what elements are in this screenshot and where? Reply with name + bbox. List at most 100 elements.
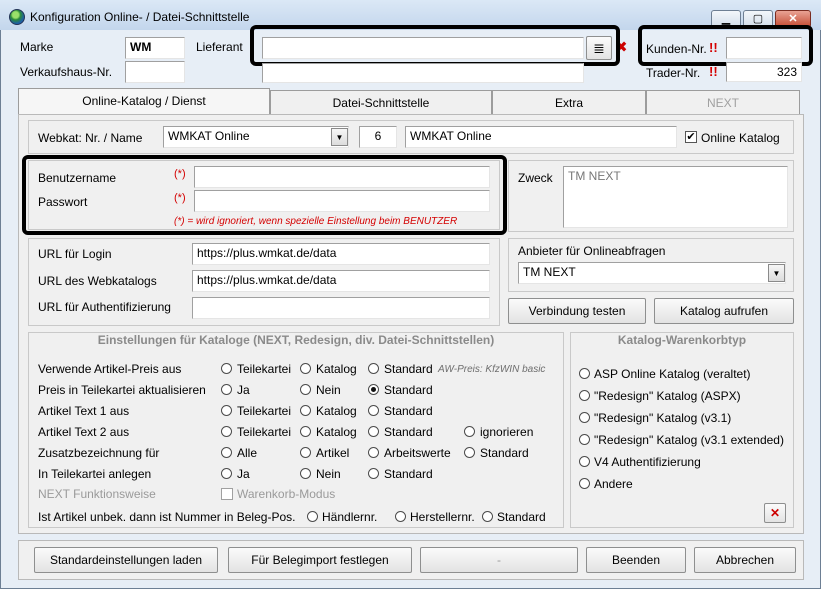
anbieter-select[interactable]: TM NEXT [518, 262, 786, 284]
webkat-nr-field[interactable]: 6 [359, 126, 397, 148]
webkat-select[interactable]: WMKAT Online [163, 126, 349, 148]
settings-radio[interactable] [368, 405, 379, 416]
verkaufshaus-label: Verkaufshaus-Nr. [20, 65, 113, 79]
verkaufshaus-input[interactable] [125, 61, 185, 83]
settings-radio[interactable] [464, 426, 475, 437]
warenkorb-radio[interactable] [579, 478, 590, 489]
settings-option-label: Katalog [316, 425, 357, 439]
chevron-down-icon[interactable]: ▼ [331, 128, 348, 146]
settings-option-label: Ja [237, 467, 250, 481]
marke-input[interactable]: WM [125, 37, 185, 59]
settings-radio[interactable] [464, 447, 475, 458]
settings-row-label: Preis in Teilekartei aktualisieren [38, 383, 206, 397]
settings-radio[interactable] [221, 384, 232, 395]
warenkorb-option-label: "Redesign" Katalog (v3.1) [594, 411, 732, 425]
trader-required-icon: !! [709, 64, 718, 79]
settings-option-label: Standard [384, 467, 433, 481]
warenkorb-option-label: V4 Authentifizierung [594, 455, 701, 469]
standardeinstellungen-button[interactable]: Standardeinstellungen laden [34, 547, 218, 573]
delete-icon[interactable]: ✕ [764, 503, 786, 523]
settings-option-label: Teilekartei [237, 425, 292, 439]
anbieter-label: Anbieter für Onlineabfragen [518, 244, 666, 258]
url-webkatalog-input[interactable]: https://plus.wmkat.de/data [192, 270, 490, 292]
tab-next[interactable]: NEXT [646, 90, 800, 114]
warenkorb-group [570, 332, 794, 528]
settings-option-label: ignorieren [480, 425, 534, 439]
settings-radio[interactable] [368, 363, 379, 374]
settings-radio[interactable] [300, 405, 311, 416]
highlight-kunden [638, 25, 813, 66]
unbek-radio-herstellernr[interactable] [395, 511, 406, 522]
tab-datei-schnittstelle[interactable]: Datei-Schnittstelle [270, 90, 492, 114]
warenkorb-radio[interactable] [579, 412, 590, 423]
unbek-radio-haendlernr[interactable] [307, 511, 318, 522]
settings-option-label: Alle [237, 446, 258, 460]
settings-radio[interactable] [368, 384, 379, 395]
url-login-input[interactable]: https://plus.wmkat.de/data [192, 243, 490, 265]
settings-radio[interactable] [221, 363, 232, 374]
warenkorb-radio[interactable] [579, 368, 590, 379]
settings-radio[interactable] [221, 447, 232, 458]
trader-input[interactable]: 323 [726, 62, 802, 82]
disabled-button[interactable]: - [420, 547, 578, 573]
unbek-option-haendlernr: Händlernr. [322, 510, 378, 524]
tab-extra[interactable]: Extra [492, 90, 646, 114]
settings-radio[interactable] [368, 426, 379, 437]
unbek-label: Ist Artikel unbek. dann ist Nummer in Be… [38, 510, 296, 524]
unbek-radio-standard[interactable] [482, 511, 493, 522]
globe-icon [9, 9, 25, 25]
marke-label: Marke [20, 40, 54, 54]
warenkorb-radio[interactable] [579, 390, 590, 401]
settings-option-label: Nein [316, 383, 341, 397]
warenkorb-modus-label: Warenkorb-Modus [237, 487, 336, 501]
zweck-label: Zweck [518, 171, 553, 185]
settings-option-label: Standard [384, 383, 433, 397]
katalog-aufrufen-button[interactable]: Katalog aufrufen [654, 298, 794, 324]
verkaufshaus-name-field [262, 63, 584, 83]
settings-title: Einstellungen für Kataloge (NEXT, Redesi… [97, 333, 495, 347]
settings-option-label: Standard [384, 362, 433, 376]
highlight-lieferant [250, 25, 620, 66]
warenkorb-option-label: "Redesign" Katalog (v3.1 extended) [594, 433, 784, 447]
tab-online-katalog[interactable]: Online-Katalog / Dienst [18, 88, 270, 114]
webkat-name-field[interactable]: WMKAT Online [405, 126, 677, 148]
warenkorb-radio[interactable] [579, 456, 590, 467]
online-katalog-label: Online Katalog [701, 131, 780, 145]
abbrechen-button[interactable]: Abbrechen [694, 547, 796, 573]
online-katalog-checkbox[interactable]: ✔ [685, 131, 697, 143]
warenkorb-option-label: "Redesign" Katalog (ASPX) [594, 389, 741, 403]
trader-label: Trader-Nr. [646, 66, 701, 80]
settings-radio[interactable] [221, 468, 232, 479]
warenkorb-option-label: ASP Online Katalog (veraltet) [594, 367, 751, 381]
next-funktionsweise-label: NEXT Funktionsweise [38, 487, 156, 501]
settings-radio[interactable] [300, 363, 311, 374]
url-auth-label: URL für Authentifizierung [38, 300, 171, 314]
verbindung-testen-button[interactable]: Verbindung testen [508, 298, 646, 324]
settings-radio[interactable] [300, 447, 311, 458]
settings-row-label: Artikel Text 1 aus [38, 404, 130, 418]
settings-radio[interactable] [368, 447, 379, 458]
settings-radio[interactable] [300, 426, 311, 437]
settings-option-label: Standard [480, 446, 529, 460]
beenden-button[interactable]: Beenden [586, 547, 686, 573]
settings-option-label: Nein [316, 467, 341, 481]
warenkorb-modus-checkbox[interactable] [221, 488, 233, 500]
warenkorb-radio[interactable] [579, 434, 590, 445]
settings-radio[interactable] [221, 405, 232, 416]
url-auth-input[interactable] [192, 297, 490, 319]
settings-radio[interactable] [368, 468, 379, 479]
unbek-option-standard: Standard [497, 510, 546, 524]
belegimport-button[interactable]: Für Belegimport festlegen [228, 547, 412, 573]
settings-option-label: Arbeitswerte [384, 446, 451, 460]
settings-radio[interactable] [300, 384, 311, 395]
anbieter-chevron-down-icon[interactable]: ▼ [768, 264, 785, 282]
settings-option-label: Teilekartei [237, 362, 292, 376]
zweck-textarea[interactable]: TM NEXT [563, 166, 788, 228]
settings-option-label: Teilekartei [237, 404, 292, 418]
settings-row-label: Verwende Artikel-Preis aus [38, 362, 182, 376]
settings-radio[interactable] [221, 426, 232, 437]
settings-row-label: Zusatzbezeichnung für [38, 446, 160, 460]
webkat-label: Webkat: Nr. / Name [38, 131, 143, 145]
settings-radio[interactable] [300, 468, 311, 479]
aw-preis-note: AW-Preis: KfzWIN basic [438, 364, 546, 375]
